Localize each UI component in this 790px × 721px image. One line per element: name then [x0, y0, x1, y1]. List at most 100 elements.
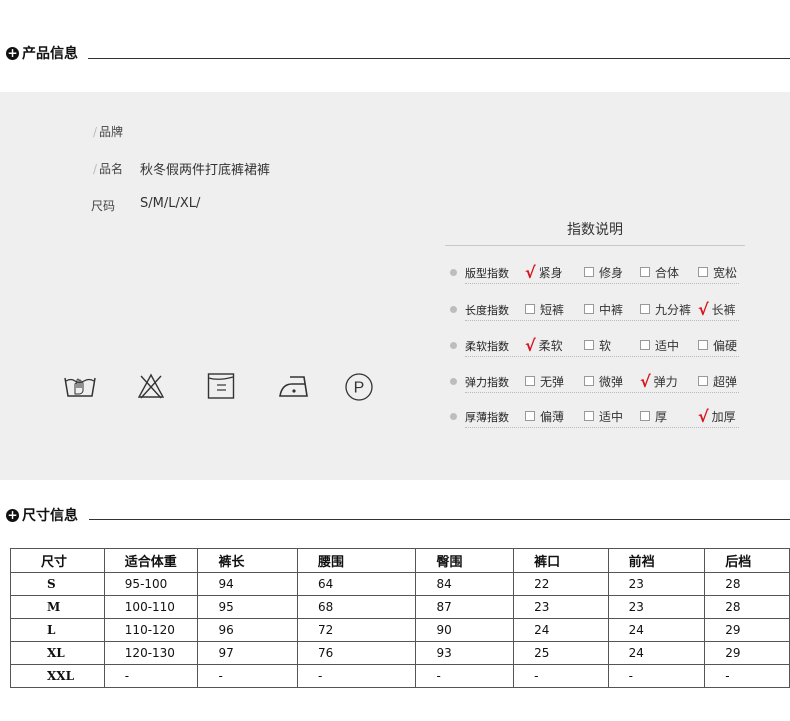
table-row: M 100-110 95 68 87 23 23 28 — [10, 595, 790, 619]
table-cell: 28 — [704, 572, 790, 596]
table-cell: - — [415, 664, 515, 688]
index-option: 偏硬 — [698, 337, 737, 354]
size-cell: XL — [10, 641, 105, 665]
table-cell: 29 — [704, 641, 790, 665]
table-cell: 93 — [415, 641, 515, 665]
size-info-header: + 尺寸信息 — [6, 506, 78, 524]
checkmark-icon: √ — [525, 263, 536, 282]
index-option-label: 弹力 — [653, 375, 678, 389]
table-cell: 120-130 — [103, 641, 199, 665]
table-cell: 87 — [415, 595, 515, 619]
checkbox-empty-icon — [584, 411, 594, 421]
checkbox-empty-icon — [584, 267, 594, 277]
size-table-header: 尺寸 适合体重 裤长 腰围 臀围 裤口 前裆 后档 — [10, 548, 790, 573]
table-row: XL 120-130 97 76 93 25 24 29 — [10, 641, 790, 665]
table-row: XXL - - - - - - - — [10, 664, 790, 688]
index-option: √ 弹力 — [640, 373, 678, 390]
index-option: √ 紧身 — [525, 264, 563, 281]
checkbox-empty-icon — [640, 267, 650, 277]
section-divider — [89, 519, 790, 520]
svg-text:P: P — [354, 380, 365, 397]
index-row-name: 厚薄指数 — [465, 411, 509, 424]
index-option: 超弹 — [698, 373, 737, 390]
plus-circle-icon: + — [6, 45, 19, 60]
row-dotted-divider — [465, 356, 739, 357]
table-cell: - — [103, 664, 199, 688]
col-header: 裤长 — [197, 548, 299, 573]
index-row-name: 版型指数 — [465, 267, 509, 280]
checkbox-empty-icon — [584, 304, 594, 314]
size-table: 尺寸 适合体重 裤长 腰围 臀围 裤口 前裆 后档 S 95-100 94 64 84 2… — [10, 548, 790, 688]
table-cell: 24 — [513, 618, 609, 642]
section-title: 尺寸信息 — [22, 508, 78, 524]
checkmark-icon: √ — [698, 407, 709, 426]
iron-icon — [278, 372, 310, 400]
checkbox-empty-icon — [698, 267, 708, 277]
hand-wash-icon — [63, 372, 97, 400]
index-row-name: 长度指数 — [465, 304, 509, 317]
index-option-label: 修身 — [599, 266, 624, 280]
index-option: 九分裤 — [640, 301, 691, 318]
checkbox-empty-icon — [640, 304, 650, 314]
table-cell: 97 — [197, 641, 299, 665]
bullet-icon — [450, 342, 457, 349]
checkbox-empty-icon — [698, 376, 708, 386]
index-option-label: 宽松 — [713, 266, 738, 280]
index-option-label: 加厚 — [711, 410, 736, 424]
table-cell: 24 — [607, 618, 706, 642]
index-option: 软 — [584, 337, 611, 354]
index-option: √ 长裤 — [698, 301, 736, 318]
index-option-label: 微弹 — [599, 375, 624, 389]
table-cell: 24 — [607, 641, 706, 665]
table-cell: - — [297, 664, 417, 688]
table-cell: 64 — [297, 572, 417, 596]
checkbox-empty-icon — [698, 340, 708, 350]
index-option-label: 长裤 — [711, 303, 736, 317]
checkmark-icon: √ — [525, 336, 536, 355]
index-option: 偏薄 — [525, 408, 564, 425]
index-option-label: 适中 — [599, 410, 624, 424]
table-cell: - — [607, 664, 706, 688]
col-header: 尺寸 — [10, 548, 105, 573]
section-title: 产品信息 — [22, 46, 78, 62]
table-cell: 94 — [197, 572, 299, 596]
table-cell: 100-110 — [103, 595, 199, 619]
table-row: L 110-120 96 72 90 24 24 29 — [10, 618, 790, 642]
prop-name-label: / 品名 — [93, 162, 124, 176]
index-row-name: 弹力指数 — [465, 376, 509, 389]
checkbox-empty-icon — [525, 376, 535, 386]
prop-size-label: 尺码 — [91, 199, 116, 213]
index-row-name: 柔软指数 — [465, 340, 509, 353]
index-option: 合体 — [640, 264, 679, 281]
bullet-icon — [450, 378, 457, 385]
col-header: 前裆 — [607, 548, 706, 573]
checkmark-icon: √ — [640, 372, 651, 391]
index-option: 短裤 — [525, 301, 564, 318]
prop-brand-label: / 品牌 — [93, 125, 124, 139]
index-option-label: 超弹 — [713, 375, 738, 389]
dry-clean-p-icon: P — [344, 372, 374, 402]
section-divider — [88, 58, 790, 59]
row-dotted-divider — [465, 320, 739, 321]
col-header: 臀围 — [415, 548, 515, 573]
bullet-icon — [450, 413, 457, 420]
table-cell: 95-100 — [103, 572, 199, 596]
checkbox-empty-icon — [640, 411, 650, 421]
index-option-label: 无弹 — [540, 375, 565, 389]
table-cell: 28 — [704, 595, 790, 619]
index-option-label: 紧身 — [538, 266, 563, 280]
checkbox-empty-icon — [525, 304, 535, 314]
table-cell: 90 — [415, 618, 515, 642]
line-dry-icon — [207, 372, 235, 400]
index-option-label: 柔软 — [538, 339, 563, 353]
index-option: 中裤 — [584, 301, 623, 318]
table-cell: 68 — [297, 595, 417, 619]
index-option: 适中 — [640, 337, 679, 354]
col-header: 腰围 — [297, 548, 417, 573]
col-header: 后档 — [704, 548, 790, 573]
row-dotted-divider — [465, 392, 739, 393]
index-panel-title: 指数说明 — [567, 222, 623, 238]
index-option-label: 九分裤 — [655, 303, 692, 317]
index-panel-divider — [445, 245, 745, 246]
table-cell: 22 — [513, 572, 609, 596]
